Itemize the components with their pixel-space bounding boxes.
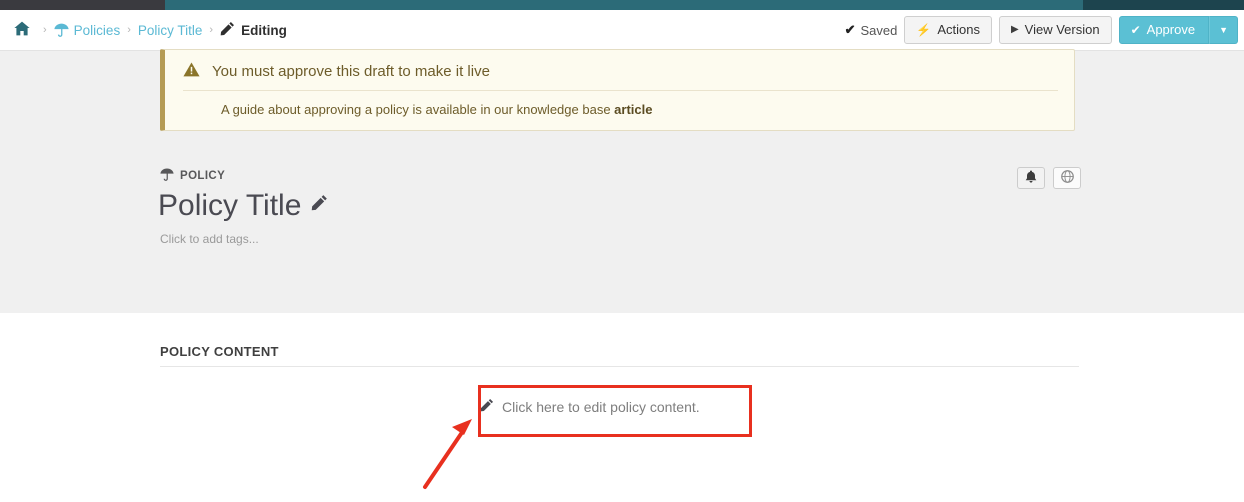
bolt-icon: ⚡ [916,22,932,37]
check-icon: ✔ [1130,22,1141,37]
actions-button[interactable]: ⚡ Actions [904,16,992,44]
approval-warning-alert: You must approve this draft to make it l… [160,49,1075,131]
breadcrumb-label-policies: Policies [73,22,121,38]
breadcrumb-label-editing: Editing [241,22,287,38]
saved-status: ✔ Saved [845,22,898,38]
home-icon[interactable] [8,21,36,40]
toolbar-actions: ✔ Saved ⚡ Actions ▶ View Version ✔ Appro… [845,16,1244,44]
warning-triangle-icon [183,62,200,80]
alert-body-text: A guide about approving a policy is avai… [221,102,615,117]
edit-policy-content-prompt[interactable]: Click here to edit policy content. [480,398,700,415]
approve-split-button: ✔ Approve ▼ [1118,16,1238,44]
caret-down-icon: ▼ [1219,25,1228,35]
view-version-button[interactable]: ▶ View Version [998,16,1112,44]
strip-segment-dark [0,0,165,10]
policy-type-kicker: POLICY [160,168,225,184]
breadcrumb: › Policies › Policy Title › Editing [0,21,287,40]
approve-dropdown-toggle[interactable]: ▼ [1209,16,1238,44]
breadcrumb-item-policy-title[interactable]: Policy Title [138,23,203,38]
strip-segment-dark-teal [1083,0,1244,10]
bell-icon [1025,170,1037,186]
approve-button[interactable]: ✔ Approve [1118,16,1210,44]
policy-header-icon-buttons [1017,167,1081,189]
breadcrumb-item-policies[interactable]: Policies [54,22,121,38]
policy-kicker-label: POLICY [180,170,226,182]
umbrella-icon [160,168,174,184]
approve-label: Approve [1146,22,1196,38]
play-icon: ▶ [1010,24,1019,35]
page-title: Policy Title [158,186,328,225]
top-accent-strip [0,0,1244,10]
tags-input-placeholder[interactable]: Click to add tags... [160,232,259,246]
breadcrumb-separator-2: › [127,24,131,36]
umbrella-icon [54,23,69,37]
alert-body-row: A guide about approving a policy is avai… [181,91,1058,117]
alert-heading-text: You must approve this draft to make it l… [212,62,490,80]
section-divider [160,366,1079,367]
pencil-icon [220,21,235,39]
breadcrumb-label-policy-title: Policy Title [137,22,203,38]
breadcrumb-separator-3: › [209,24,214,36]
check-icon: ✔ [844,22,856,37]
globe-icon [1060,170,1074,186]
top-navigation-bar: › Policies › Policy Title › Editing ✔ Sa… [0,10,1244,51]
saved-label: Saved [860,22,898,38]
breadcrumb-item-editing: Editing [220,21,287,39]
notifications-button[interactable] [1017,167,1045,189]
view-version-label: View Version [1024,22,1100,38]
visibility-button[interactable] [1053,167,1081,189]
edit-prompt-label: Click here to edit policy content. [502,398,700,415]
annotation-pointer-arrow [423,419,472,489]
strip-segment-teal [165,0,1083,10]
pencil-icon [480,398,494,415]
section-heading-policy-content: POLICY CONTENT [160,344,279,359]
breadcrumb-separator-1: › [43,24,47,36]
alert-body-link[interactable]: article [614,102,652,117]
policy-title-text: Policy Title [158,189,302,222]
pencil-icon[interactable] [311,194,328,217]
actions-label: Actions [937,22,980,38]
alert-heading-row: You must approve this draft to make it l… [183,62,1058,91]
